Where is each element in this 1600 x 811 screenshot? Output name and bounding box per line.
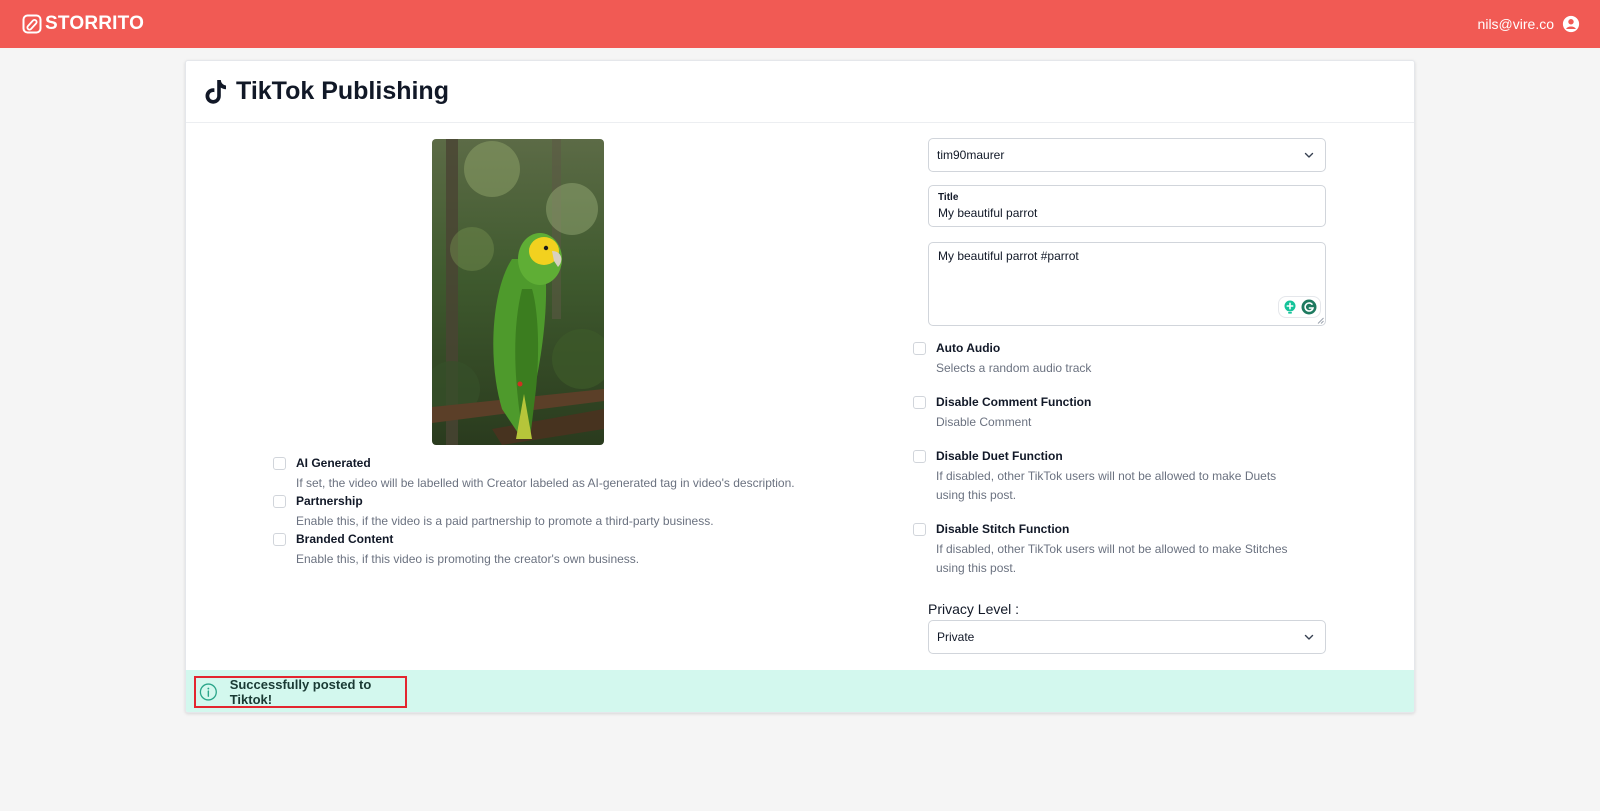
account-select[interactable]: tim90maurer [928,138,1326,172]
privacy-selected-value: Private [937,630,975,644]
top-bar: STORRITO nils@vire.co [0,0,1600,48]
option-title: Disable Stitch Function [936,522,1070,536]
branded-content-checkbox[interactable] [273,533,286,546]
option-title: Disable Comment Function [936,395,1092,409]
option-disable-stitch: Disable Stitch Function If disabled, oth… [913,521,1306,578]
option-title: Branded Content [296,532,394,546]
option-description: Selects a random audio track [936,361,1092,375]
account-selected-value: tim90maurer [937,148,1005,162]
disable-duet-checkbox[interactable] [913,450,926,463]
tiktok-icon [205,79,226,104]
user-menu[interactable]: nils@vire.co [1478,15,1580,33]
success-alert-highlight: Successfully posted to Tiktok! [194,676,407,708]
option-partnership: Partnership Enable this, if the video is… [273,493,714,531]
option-description: If disabled, other TikTok users will not… [936,469,1277,502]
publishing-card: TikTok Publishing AI Generated If set, t… [185,60,1415,713]
privacy-level-select[interactable]: Private [928,620,1326,654]
option-disable-comment: Disable Comment Function Disable Comment [913,394,1306,432]
option-description: Enable this, if this video is promoting … [296,552,640,566]
option-title: Disable Duet Function [936,449,1063,463]
auto-audio-checkbox[interactable] [913,342,926,355]
option-branded-content: Branded Content Enable this, if this vid… [273,531,639,569]
description-text: My beautiful parrot #parrot [938,249,1079,263]
brand-name: STORRITO [45,13,145,34]
card-header: TikTok Publishing [186,61,1414,123]
option-description: Disable Comment [936,415,1032,429]
description-textarea[interactable]: My beautiful parrot #parrot [928,242,1326,326]
grammarly-suggest-icon[interactable] [1282,299,1298,315]
option-title: Partnership [296,494,363,508]
title-label: Title [938,192,959,203]
resize-handle-icon[interactable] [1317,317,1324,324]
privacy-level-label: Privacy Level : [928,601,1020,617]
disable-stitch-checkbox[interactable] [913,523,926,536]
info-icon [199,683,217,701]
grammarly-icon[interactable] [1301,299,1317,315]
ai-generated-checkbox[interactable] [273,457,286,470]
option-description: If disabled, other TikTok users will not… [936,542,1288,575]
storrito-logo-icon [22,14,42,34]
chevron-down-icon [1304,152,1314,158]
option-auto-audio: Auto Audio Selects a random audio track [913,340,1306,378]
title-field[interactable]: Title My beautiful parrot [928,185,1326,227]
title-input[interactable]: My beautiful parrot [938,206,1316,220]
user-account-icon [1562,15,1580,33]
success-alert-message: Successfully posted to Tiktok! [229,677,372,707]
page-title: TikTok Publishing [236,77,449,105]
chevron-down-icon [1304,634,1314,640]
grammarly-widget [1278,296,1321,318]
brand[interactable]: STORRITO [22,13,144,35]
partnership-checkbox[interactable] [273,495,286,508]
option-description: Enable this, if the video is a paid part… [296,514,714,528]
success-alert: Successfully posted to Tiktok! [186,670,1414,712]
option-ai-generated: AI Generated If set, the video will be l… [273,455,795,493]
video-preview-image[interactable] [432,139,604,445]
disable-comment-checkbox[interactable] [913,396,926,409]
option-title: AI Generated [296,456,371,470]
option-disable-duet: Disable Duet Function If disabled, other… [913,448,1306,505]
user-email: nils@vire.co [1477,16,1554,32]
option-description: If set, the video will be labelled with … [296,476,795,490]
option-title: Auto Audio [936,341,1001,355]
